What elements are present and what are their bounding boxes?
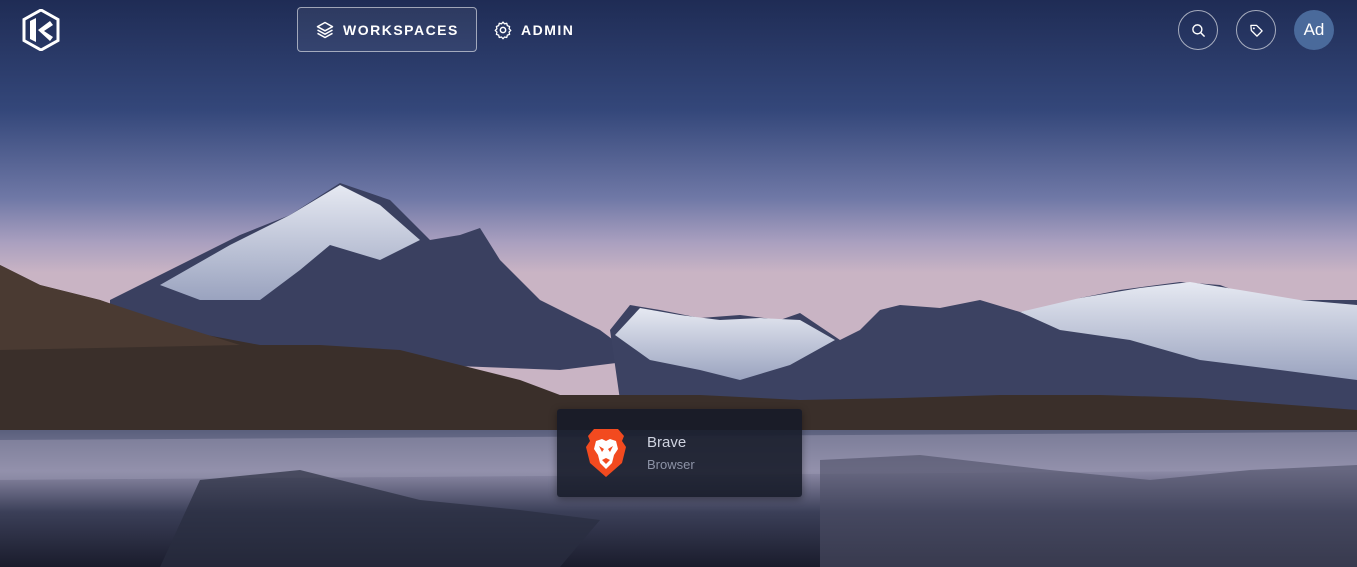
app-type: Browser: [647, 457, 695, 472]
nav-admin-button[interactable]: ADMIN: [493, 7, 574, 52]
app-name: Brave: [647, 434, 687, 451]
tags-button[interactable]: [1236, 10, 1276, 50]
nav-workspaces-button[interactable]: WORKSPACES: [297, 7, 477, 52]
brave-lion-icon: [586, 429, 626, 477]
search-icon: [1191, 23, 1205, 37]
workspace-card-brave[interactable]: Brave Browser: [557, 409, 802, 497]
tag-icon: [1249, 24, 1263, 37]
search-button[interactable]: [1178, 10, 1218, 50]
nav-admin-label: ADMIN: [521, 21, 575, 38]
gear-icon: [494, 20, 512, 39]
desktop-screen: WORKSPACES ADMIN Ad Brave Browser: [0, 0, 1357, 567]
kasm-logo-icon[interactable]: [22, 9, 60, 51]
nav-workspaces-label: WORKSPACES: [343, 21, 459, 38]
avatar-initials: Ad: [1303, 20, 1325, 39]
user-avatar-button[interactable]: Ad: [1294, 10, 1334, 50]
layers-icon: [316, 21, 334, 38]
